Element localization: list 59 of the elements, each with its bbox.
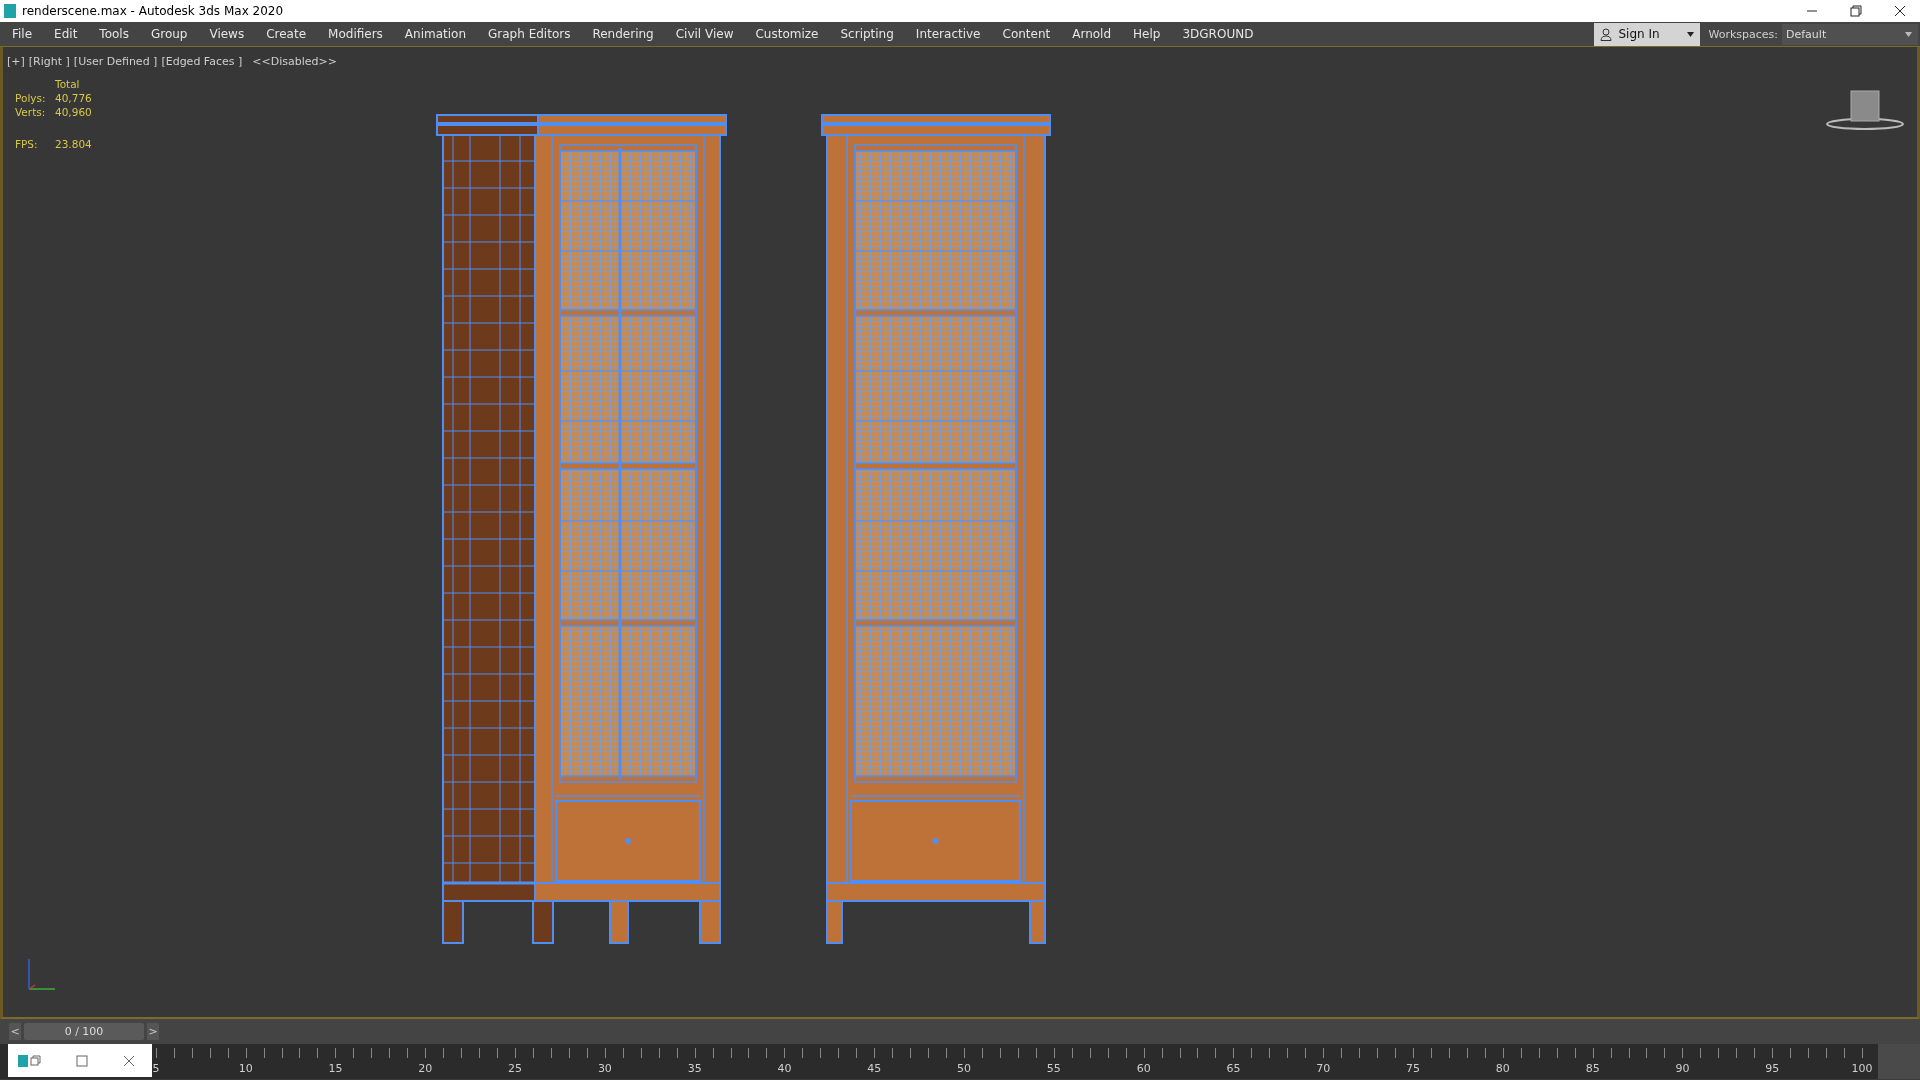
viewport-label[interactable]: <<Disabled>> (252, 55, 337, 68)
timeline-ruler[interactable]: 5 10 15 20 25 30 35 40 45 50 55 60 65 70 75 80 85 90 95 100 (0, 1044, 1878, 1079)
viewport[interactable]: [+] [Right ] [User Defined ] [Edged Faces ] <<Disabled>> Total Polys: 40,776 Verts: 40,960 FPS: 23.804 (0, 47, 1920, 1019)
tick-label: 15 (327, 1062, 344, 1075)
menu-item[interactable]: Interactive (915, 27, 981, 41)
tick-label: 55 (1045, 1062, 1062, 1075)
next-frame-button[interactable]: > (147, 1023, 159, 1040)
tick-label: 35 (686, 1062, 703, 1075)
tick-label: 30 (596, 1062, 613, 1075)
tick-label: 25 (507, 1062, 524, 1075)
viewport-label[interactable]: [+] (7, 55, 25, 68)
menu-item[interactable]: Scripting (840, 27, 894, 41)
menu-item[interactable]: Help (1133, 27, 1161, 41)
menu-item[interactable]: 3DGROUND (1182, 27, 1254, 41)
stat-label: Verts: (15, 106, 47, 118)
menu-item[interactable]: Customize (755, 27, 819, 41)
menu-item[interactable]: Rendering (592, 27, 654, 41)
tick-label: 95 (1764, 1062, 1781, 1075)
tick-label: 5 (151, 1062, 161, 1075)
stat-label: FPS: (15, 138, 39, 150)
stat-value: 40,776 (55, 92, 93, 104)
workspaces-dropdown[interactable]: Default (1782, 23, 1918, 45)
stat-value: 23.804 (55, 138, 93, 150)
tick-label: 65 (1225, 1062, 1242, 1075)
tick-label: 85 (1584, 1062, 1601, 1075)
time-slider-thumb[interactable]: 0 / 100 (24, 1023, 144, 1040)
stat-value: 40,960 (55, 106, 93, 118)
menu-item[interactable]: Create (266, 27, 307, 41)
viewport-label[interactable]: [User Defined ] (73, 55, 158, 68)
tick-label: 90 (1674, 1062, 1691, 1075)
tick-label: 100 (1850, 1062, 1874, 1075)
stat-label: Polys: (15, 92, 47, 104)
menu-item[interactable]: Group (150, 27, 188, 41)
menu-item[interactable]: Graph Editors (488, 27, 571, 41)
menu-item[interactable]: Civil View (675, 27, 734, 41)
menu-item[interactable]: Edit (54, 27, 78, 41)
stats-header: Total (55, 78, 81, 90)
workspaces-label: Workspaces: (1708, 27, 1778, 41)
tick-label: 80 (1494, 1062, 1511, 1075)
menu-item[interactable]: Arnold (1072, 27, 1112, 41)
tick-label: 45 (866, 1062, 883, 1075)
viewport-label[interactable]: [Edged Faces ] (161, 55, 243, 68)
tick-label: 20 (417, 1062, 434, 1075)
menu-item[interactable]: Views (209, 27, 245, 41)
tick-label: 75 (1405, 1062, 1422, 1075)
tick-label: 40 (776, 1062, 793, 1075)
menu-item[interactable]: Modifiers (328, 27, 383, 41)
menu-item[interactable]: File (12, 27, 33, 41)
window-title: renderscene.max - Autodesk 3ds Max 2020 (22, 4, 284, 18)
tick-label: 60 (1135, 1062, 1152, 1075)
tick-label: 50 (956, 1062, 973, 1075)
menu-item[interactable]: Tools (99, 27, 129, 41)
sign-in-button[interactable]: Sign In (1594, 22, 1701, 46)
menu-item[interactable]: Content (1002, 27, 1051, 41)
menu-item[interactable]: Animation (404, 27, 467, 41)
tick-label: 70 (1315, 1062, 1332, 1075)
previous-frame-button[interactable]: < (9, 1023, 21, 1040)
viewport-label[interactable]: [Right ] (28, 55, 70, 68)
tick-label: 10 (237, 1062, 254, 1075)
